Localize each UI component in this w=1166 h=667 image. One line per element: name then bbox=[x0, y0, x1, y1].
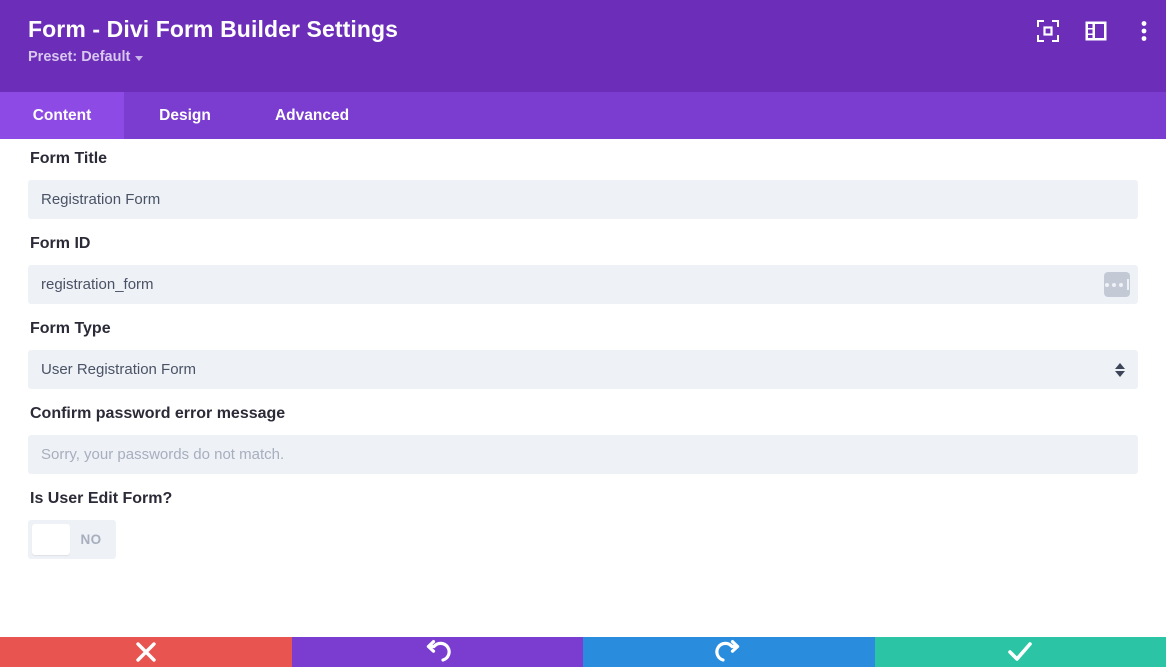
field-form-type: Form Type User Registration Form bbox=[28, 304, 1138, 389]
dot bbox=[1105, 283, 1109, 287]
confirm-password-error-input[interactable] bbox=[28, 435, 1138, 474]
focus-mode-icon[interactable] bbox=[1036, 19, 1060, 43]
form-type-selected-value: User Registration Form bbox=[41, 361, 196, 378]
dot bbox=[1112, 283, 1116, 287]
settings-content: Main Options bbox=[0, 92, 1166, 559]
modal-titlebar: Form - Divi Form Builder Settings Preset… bbox=[0, 0, 1166, 92]
field-is-user-edit-form: Is User Edit Form? NO bbox=[28, 474, 1138, 559]
titlebar-actions bbox=[1036, 19, 1156, 43]
page-title: Form - Divi Form Builder Settings bbox=[28, 14, 1166, 44]
select-wrapper: User Registration Form bbox=[28, 350, 1138, 389]
more-vertical-icon[interactable] bbox=[1132, 19, 1156, 43]
tab-label: Advanced bbox=[275, 107, 349, 125]
input-wrapper bbox=[28, 180, 1138, 219]
form-title-input[interactable] bbox=[28, 180, 1138, 219]
form-type-select[interactable]: User Registration Form bbox=[28, 350, 1138, 389]
chevron-down-icon bbox=[135, 56, 143, 61]
field-form-title: Form Title bbox=[28, 134, 1138, 219]
preset-selector[interactable]: Preset: Default bbox=[28, 49, 143, 65]
tab-label: Design bbox=[159, 107, 211, 125]
input-wrapper bbox=[28, 265, 1138, 304]
dot bbox=[1119, 283, 1123, 287]
field-label: Is User Edit Form? bbox=[30, 488, 1138, 510]
module-settings-modal: Form - Divi Form Builder Settings Preset… bbox=[0, 0, 1166, 667]
preset-label: Preset: Default bbox=[28, 49, 130, 65]
redo-button[interactable] bbox=[583, 637, 875, 667]
tab-advanced[interactable]: Advanced bbox=[246, 92, 378, 139]
tab-design[interactable]: Design bbox=[124, 92, 246, 139]
field-label: Form Type bbox=[30, 318, 1138, 340]
tab-content[interactable]: Content bbox=[0, 92, 124, 139]
toggle-knob bbox=[32, 524, 70, 555]
modal-action-bar bbox=[0, 637, 1166, 667]
field-label: Form ID bbox=[30, 233, 1138, 255]
toggle-state-label: NO bbox=[70, 532, 112, 547]
save-button[interactable] bbox=[875, 637, 1166, 667]
field-label: Form Title bbox=[30, 148, 1138, 170]
dynamic-content-icon[interactable] bbox=[1104, 272, 1130, 297]
cancel-button[interactable] bbox=[0, 637, 292, 667]
panel-layout-icon[interactable] bbox=[1084, 19, 1108, 43]
field-form-id: Form ID bbox=[28, 219, 1138, 304]
is-user-edit-form-toggle[interactable]: NO bbox=[28, 520, 116, 559]
cursor-bar bbox=[1127, 279, 1129, 290]
form-id-input[interactable] bbox=[28, 265, 1138, 304]
field-label: Confirm password error message bbox=[30, 403, 1138, 425]
input-wrapper bbox=[28, 435, 1138, 474]
undo-button[interactable] bbox=[292, 637, 584, 667]
tab-label: Content bbox=[33, 107, 92, 125]
field-confirm-password-error: Confirm password error message bbox=[28, 389, 1138, 474]
settings-scroll-area[interactable]: Main Options bbox=[0, 92, 1166, 637]
settings-tabs: Content Design Advanced bbox=[0, 92, 1166, 139]
